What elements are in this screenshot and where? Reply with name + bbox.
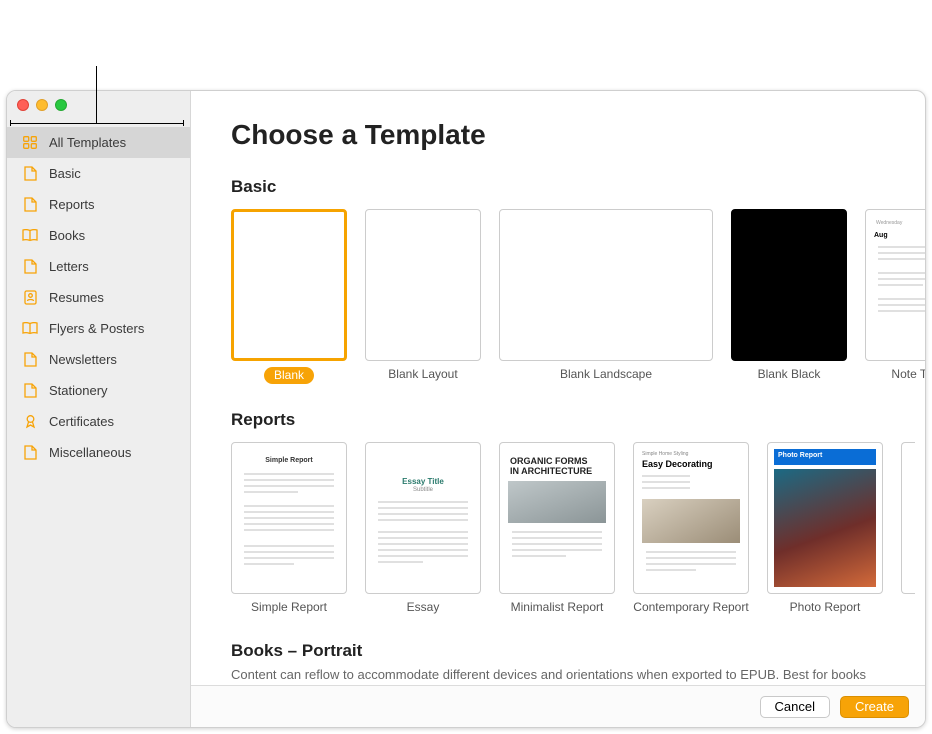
template-label: Blank Black (758, 367, 821, 382)
sidebar-item-newsletters[interactable]: Newsletters (7, 344, 190, 375)
template-label: Simple Report (251, 600, 327, 615)
page-icon (21, 352, 39, 368)
template-thumbnail[interactable]: Photo Report (767, 442, 883, 594)
page-icon (21, 259, 39, 275)
sidebar-item-resumes[interactable]: Resumes (7, 282, 190, 313)
sidebar-item-label: Newsletters (49, 352, 117, 367)
thumb-title: Essay Title (366, 477, 480, 486)
template-simple-report[interactable]: Simple Report Simple Report (231, 442, 347, 615)
profile-icon (21, 290, 39, 306)
thumb-subtitle: Simple Home Styling (642, 451, 688, 457)
sidebar-item-letters[interactable]: Letters (7, 251, 190, 282)
thumb-heading: Aug (874, 232, 888, 239)
sidebar-item-label: Resumes (49, 290, 104, 305)
template-thumbnail[interactable]: WednesdayAug (865, 209, 925, 361)
page-title: Choose a Template (231, 119, 925, 151)
main-panel: Choose a Template Basic Blank Blank Layout… (191, 91, 925, 727)
page-icon (21, 166, 39, 182)
template-thumbnail[interactable]: Essay TitleSubtitle (365, 442, 481, 594)
window-controls (17, 99, 67, 111)
template-row: Blank Blank Layout Blank Landscape Blank Bl… (231, 209, 925, 384)
minimize-button[interactable] (36, 99, 48, 111)
template-blank-landscape[interactable]: Blank Landscape (499, 209, 713, 384)
sidebar-item-label: Basic (49, 166, 81, 181)
sidebar-item-certificates[interactable]: Certificates (7, 406, 190, 437)
thumb-title: Photo Report (778, 452, 822, 459)
template-chooser-window: All Templates Basic Reports Books Letters Res… (6, 90, 926, 728)
sidebar-item-label: Flyers & Posters (49, 321, 144, 336)
sidebar-item-label: Letters (49, 259, 89, 274)
template-label: Essay (407, 600, 440, 615)
footer-bar: Cancel Create (191, 685, 925, 727)
sidebar-item-label: Miscellaneous (49, 445, 131, 460)
template-label: Minimalist Report (511, 600, 604, 615)
template-blank-layout[interactable]: Blank Layout (365, 209, 481, 384)
sidebar-item-miscellaneous[interactable]: Miscellaneous (7, 437, 190, 468)
template-thumbnail[interactable]: Simple Report (231, 442, 347, 594)
sidebar-item-all-templates[interactable]: All Templates (7, 127, 190, 158)
callout-line (96, 66, 97, 108)
template-contemporary-report[interactable]: Simple Home Styling Easy Decorating Contem… (633, 442, 749, 615)
sidebar-item-flyers-posters[interactable]: Flyers & Posters (7, 313, 190, 344)
template-thumbnail[interactable]: Simple Home Styling Easy Decorating (633, 442, 749, 594)
template-thumbnail[interactable]: ORGANIC FORMSIN ARCHITECTURE (499, 442, 615, 594)
template-thumbnail[interactable] (365, 209, 481, 361)
sidebar-item-books[interactable]: Books (7, 220, 190, 251)
template-note-taking[interactable]: WednesdayAug Note Taking (865, 209, 925, 384)
thumb-title: Easy Decorating (642, 459, 713, 469)
sidebar-item-label: Stationery (49, 383, 108, 398)
thumb-title: Simple Report (232, 457, 346, 464)
template-label: Blank Layout (388, 367, 457, 382)
sidebar-item-reports[interactable]: Reports (7, 189, 190, 220)
page-icon (21, 445, 39, 461)
sidebar-item-label: Books (49, 228, 85, 243)
template-thumbnail[interactable] (231, 209, 347, 361)
thumb-subtitle: Subtitle (366, 487, 480, 493)
create-button[interactable]: Create (840, 696, 909, 718)
page-icon (21, 197, 39, 213)
template-label: Note Taking (891, 367, 925, 382)
section-title: Reports (231, 410, 925, 430)
template-blank[interactable]: Blank (231, 209, 347, 384)
thumb-title: ORGANIC FORMSIN ARCHITECTURE (510, 457, 592, 477)
template-label: Contemporary Report (633, 600, 748, 615)
sidebar-item-label: All Templates (49, 135, 126, 150)
ribbon-icon (21, 414, 39, 430)
template-label: Blank Landscape (560, 367, 652, 382)
callout-bracket (10, 123, 184, 124)
section-title: Basic (231, 177, 925, 197)
content-area: Choose a Template Basic Blank Blank Layout… (191, 91, 925, 727)
template-essay[interactable]: Essay TitleSubtitle Essay (365, 442, 481, 615)
sidebar-item-label: Certificates (49, 414, 114, 429)
template-label: Blank (264, 367, 314, 384)
close-button[interactable] (17, 99, 29, 111)
zoom-button[interactable] (55, 99, 67, 111)
template-label: Photo Report (790, 600, 861, 615)
sidebar-item-label: Reports (49, 197, 95, 212)
sidebar-item-stationery[interactable]: Stationery (7, 375, 190, 406)
book-icon (21, 228, 39, 244)
book-icon (21, 321, 39, 337)
grid-icon (21, 135, 39, 151)
section-subtitle: Content can reflow to accommodate differ… (231, 667, 925, 682)
template-blank-black[interactable]: Blank Black (731, 209, 847, 384)
template-row: Simple Report Simple Report Essay TitleSub… (231, 442, 925, 615)
template-photo-report[interactable]: Photo Report Photo Report (767, 442, 883, 615)
template-thumbnail[interactable] (499, 209, 713, 361)
section-title: Books – Portrait (231, 641, 925, 661)
template-overflow[interactable] (901, 442, 915, 615)
sidebar: All Templates Basic Reports Books Letters Res… (7, 91, 191, 727)
template-minimalist-report[interactable]: ORGANIC FORMSIN ARCHITECTURE Minimalist R… (499, 442, 615, 615)
sidebar-item-basic[interactable]: Basic (7, 158, 190, 189)
cancel-button[interactable]: Cancel (760, 696, 830, 718)
template-thumbnail[interactable] (731, 209, 847, 361)
page-icon (21, 383, 39, 399)
